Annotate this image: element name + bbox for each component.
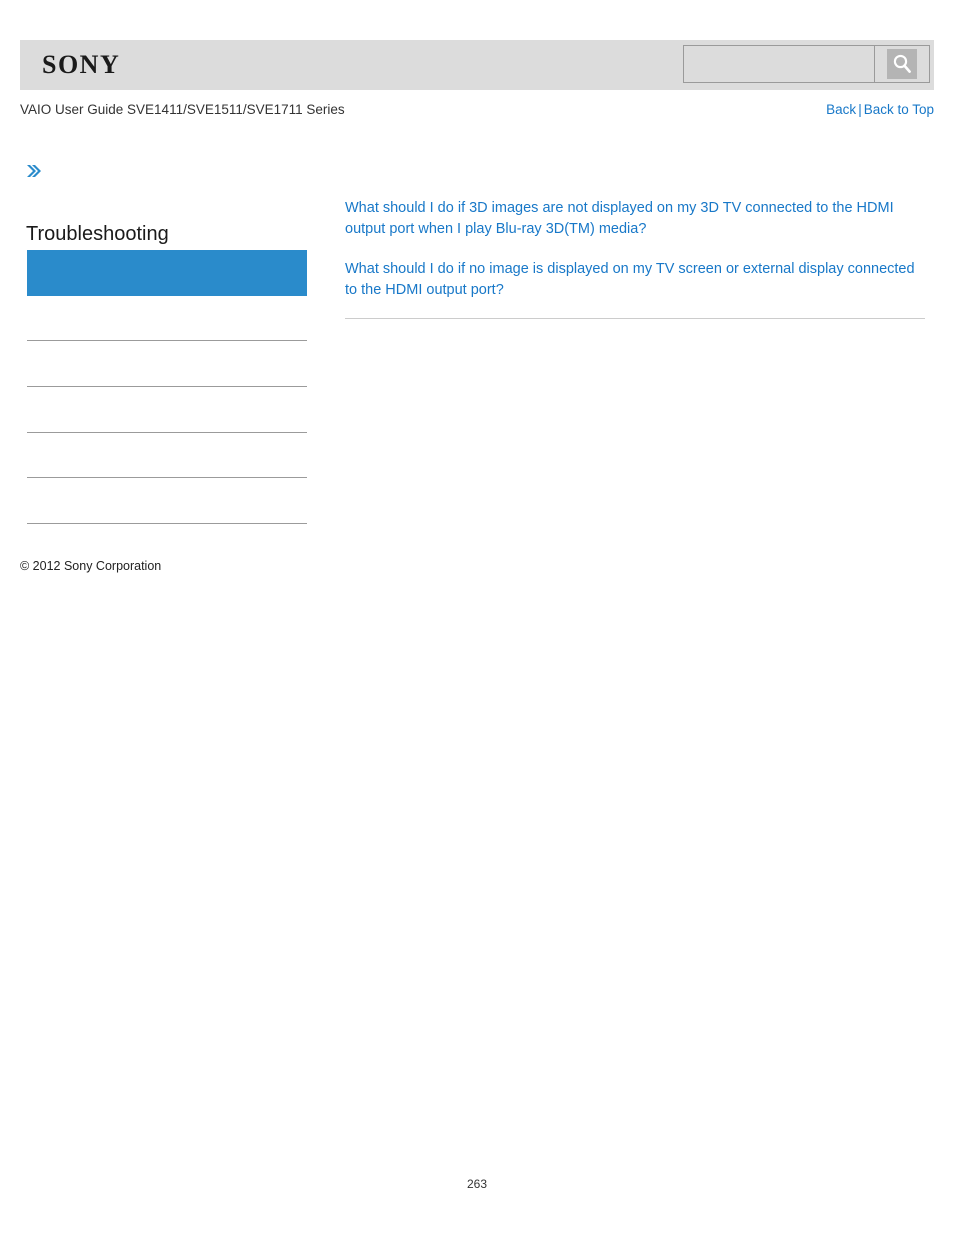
sidebar-item-selected[interactable]: [27, 250, 307, 296]
main-content: What should I do if 3D images are not di…: [345, 198, 925, 300]
back-link[interactable]: Back: [826, 102, 856, 117]
content-link[interactable]: What should I do if 3D images are not di…: [345, 198, 925, 239]
search-input[interactable]: [684, 46, 874, 82]
search-area: [683, 45, 930, 83]
link-separator: |: [858, 102, 862, 117]
page-title: Troubleshooting: [26, 223, 169, 245]
sidebar-divider: [27, 477, 307, 478]
header-band: SONY: [20, 40, 934, 90]
guide-title: VAIO User Guide SVE1411/SVE1511/SVE1711 …: [20, 102, 345, 117]
copyright-text: © 2012 Sony Corporation: [20, 559, 162, 573]
sidebar-divider: [27, 523, 307, 524]
sidebar-divider: [27, 432, 307, 433]
search-button[interactable]: [874, 46, 929, 82]
sidebar-divider: [27, 340, 307, 341]
double-chevron-right-icon[interactable]: [24, 161, 44, 181]
content-divider: [345, 318, 925, 319]
search-icon: [887, 49, 917, 79]
header-links: Back | Back to Top: [826, 102, 934, 117]
sidebar-divider: [27, 386, 307, 387]
page-number: 263: [466, 1177, 488, 1191]
back-to-top-link[interactable]: Back to Top: [864, 102, 934, 117]
content-link[interactable]: What should I do if no image is displaye…: [345, 259, 925, 300]
sony-logo: SONY: [42, 50, 121, 79]
